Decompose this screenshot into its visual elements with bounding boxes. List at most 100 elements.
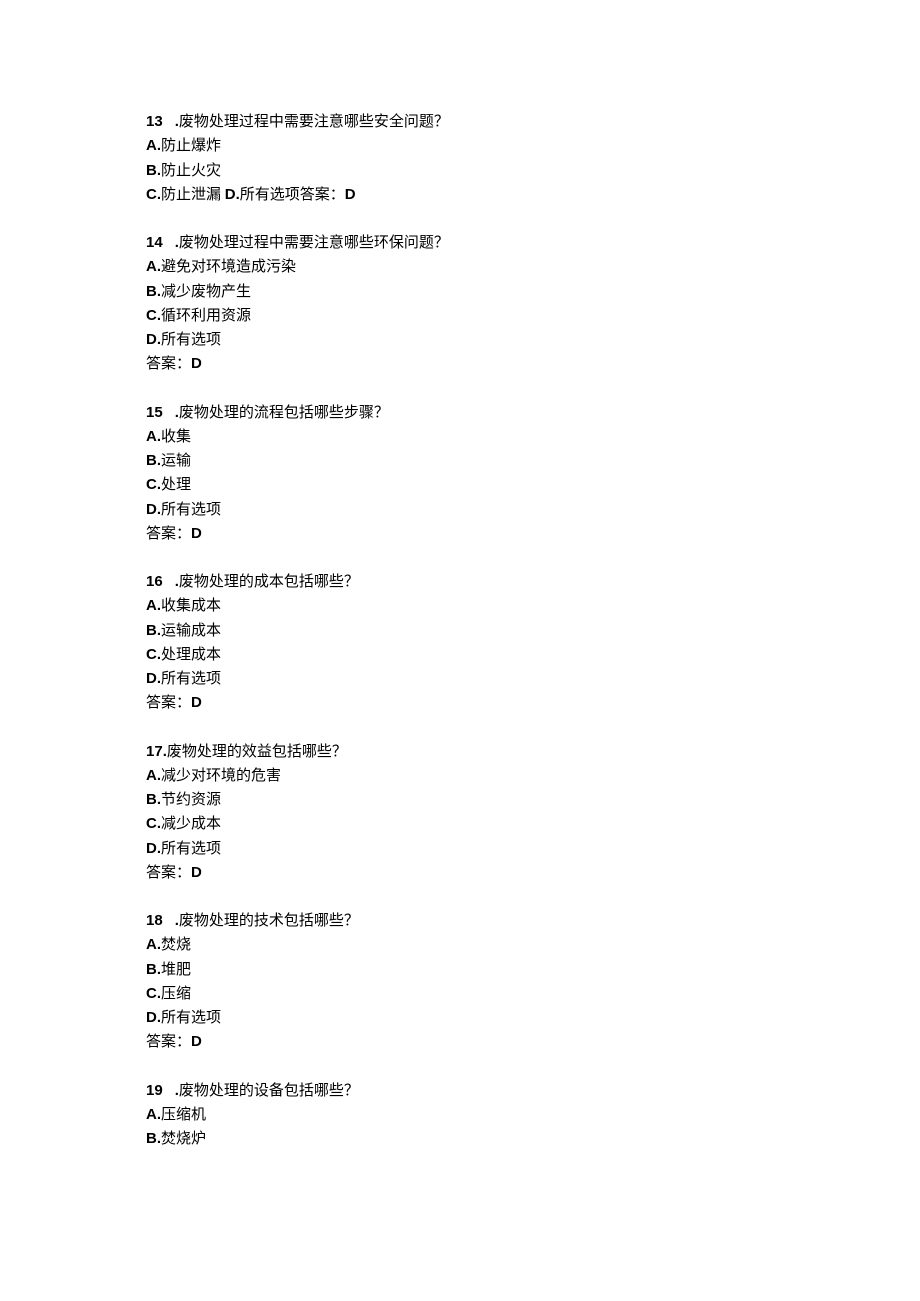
question-line: 19.废物处理的设备包括哪些？ (146, 1079, 774, 1103)
question-text: 废物处理的成本包括哪些？ (179, 574, 359, 590)
option-label: B. (146, 961, 161, 978)
option-text: 所有选项 (161, 502, 221, 518)
option-label: A. (146, 597, 161, 614)
question-number: 14 (146, 234, 163, 251)
question-text: 废物处理的流程包括哪些步骤？ (179, 405, 389, 421)
option-label: A. (146, 428, 161, 445)
question-text: 废物处理过程中需要注意哪些环保问题？ (179, 235, 449, 251)
option-label: B. (146, 283, 161, 300)
option-text: 减少成本 (161, 816, 221, 832)
option-c: C.循环利用资源 (146, 304, 774, 328)
option-text: 焚烧炉 (161, 1131, 206, 1147)
answer-value: D (191, 694, 202, 711)
option-a: A.焚烧 (146, 933, 774, 957)
option-text: 运输成本 (161, 623, 221, 639)
option-a: A.减少对环境的危害 (146, 764, 774, 788)
option-text: 防止泄漏 (161, 187, 225, 203)
option-b: B.减少废物产生 (146, 280, 774, 304)
option-text: 收集成本 (161, 598, 221, 614)
option-b: B.运输成本 (146, 619, 774, 643)
option-text: 节约资源 (161, 792, 221, 808)
answer-value: D (345, 186, 356, 203)
answer-value: D (191, 355, 202, 372)
option-d: D.所有选项 (146, 667, 774, 691)
option-label: C. (146, 476, 161, 493)
option-text: 防止火灾 (161, 163, 221, 179)
option-label: C. (146, 646, 161, 663)
option-label: D. (146, 331, 161, 348)
question-text: 废物处理过程中需要注意哪些安全问题？ (179, 114, 449, 130)
question-number: 15 (146, 404, 163, 421)
question-number: 18 (146, 912, 163, 929)
option-a: A.避免对环境造成污染 (146, 255, 774, 279)
answer-line: 答案：D (146, 691, 774, 715)
option-text: 避免对环境造成污染 (161, 259, 296, 275)
option-c-d-answer: C.防止泄漏 D.所有选项答案：D (146, 183, 774, 207)
option-text: 处理 (161, 477, 191, 493)
answer-prefix: 答案： (146, 865, 191, 881)
question-19: 19.废物处理的设备包括哪些？ A.压缩机 B.焚烧炉 (146, 1079, 774, 1152)
option-d: D.所有选项 (146, 498, 774, 522)
question-text: 废物处理的效益包括哪些？ (167, 744, 347, 760)
option-text: 堆肥 (161, 962, 191, 978)
option-text: 所有选项 (161, 671, 221, 687)
answer-value: D (191, 864, 202, 881)
option-b: B.节约资源 (146, 788, 774, 812)
option-label: C. (146, 307, 161, 324)
option-label: A. (146, 258, 161, 275)
answer-prefix: 答案： (146, 1034, 191, 1050)
option-label: D. (146, 1009, 161, 1026)
option-text: 所有选项 (240, 187, 300, 203)
option-d: D.所有选项 (146, 328, 774, 352)
answer-prefix: 答案： (300, 187, 345, 203)
question-15: 15.废物处理的流程包括哪些步骤？ A.收集 B.运输 C.处理 D.所有选项 … (146, 401, 774, 547)
answer-line: 答案：D (146, 861, 774, 885)
answer-prefix: 答案： (146, 356, 191, 372)
answer-prefix: 答案： (146, 526, 191, 542)
option-c: C.处理 (146, 473, 774, 497)
answer-line: 答案：D (146, 522, 774, 546)
option-c: C.处理成本 (146, 643, 774, 667)
option-label: C. (146, 985, 161, 1002)
option-text: 所有选项 (161, 332, 221, 348)
option-label: B. (146, 452, 161, 469)
answer-line: 答案：D (146, 1030, 774, 1054)
option-text: 焚烧 (161, 937, 191, 953)
option-c: C.压缩 (146, 982, 774, 1006)
option-b: B.堆肥 (146, 958, 774, 982)
option-label: B. (146, 1130, 161, 1147)
question-line: 18.废物处理的技术包括哪些？ (146, 909, 774, 933)
option-label: C. (146, 815, 161, 832)
answer-value: D (191, 525, 202, 542)
option-label: D. (146, 501, 161, 518)
option-label: A. (146, 137, 161, 154)
question-number: 19 (146, 1082, 163, 1099)
question-line: 15.废物处理的流程包括哪些步骤？ (146, 401, 774, 425)
option-d: D.所有选项 (146, 1006, 774, 1030)
document-page: 13.废物处理过程中需要注意哪些安全问题？ A.防止爆炸 B.防止火灾 C.防止… (0, 0, 920, 1301)
option-a: A.收集成本 (146, 594, 774, 618)
option-text: 运输 (161, 453, 191, 469)
option-label: C. (146, 186, 161, 203)
option-text: 减少废物产生 (161, 284, 251, 300)
option-label: D. (146, 670, 161, 687)
question-number: 13 (146, 113, 163, 130)
option-text: 所有选项 (161, 1010, 221, 1026)
question-number: 16 (146, 573, 163, 590)
option-b: B.防止火灾 (146, 159, 774, 183)
option-text: 收集 (161, 429, 191, 445)
answer-value: D (191, 1033, 202, 1050)
option-text: 所有选项 (161, 841, 221, 857)
option-a: A.收集 (146, 425, 774, 449)
question-17: 17.废物处理的效益包括哪些？ A.减少对环境的危害 B.节约资源 C.减少成本… (146, 740, 774, 886)
question-text: 废物处理的技术包括哪些？ (179, 913, 359, 929)
option-text: 压缩机 (161, 1107, 206, 1123)
option-label: B. (146, 162, 161, 179)
answer-line: 答案：D (146, 352, 774, 376)
question-text: 废物处理的设备包括哪些？ (179, 1083, 359, 1099)
option-label: B. (146, 622, 161, 639)
option-label: A. (146, 1106, 161, 1123)
option-text: 处理成本 (161, 647, 221, 663)
option-label: D. (146, 840, 161, 857)
question-line: 16.废物处理的成本包括哪些？ (146, 570, 774, 594)
